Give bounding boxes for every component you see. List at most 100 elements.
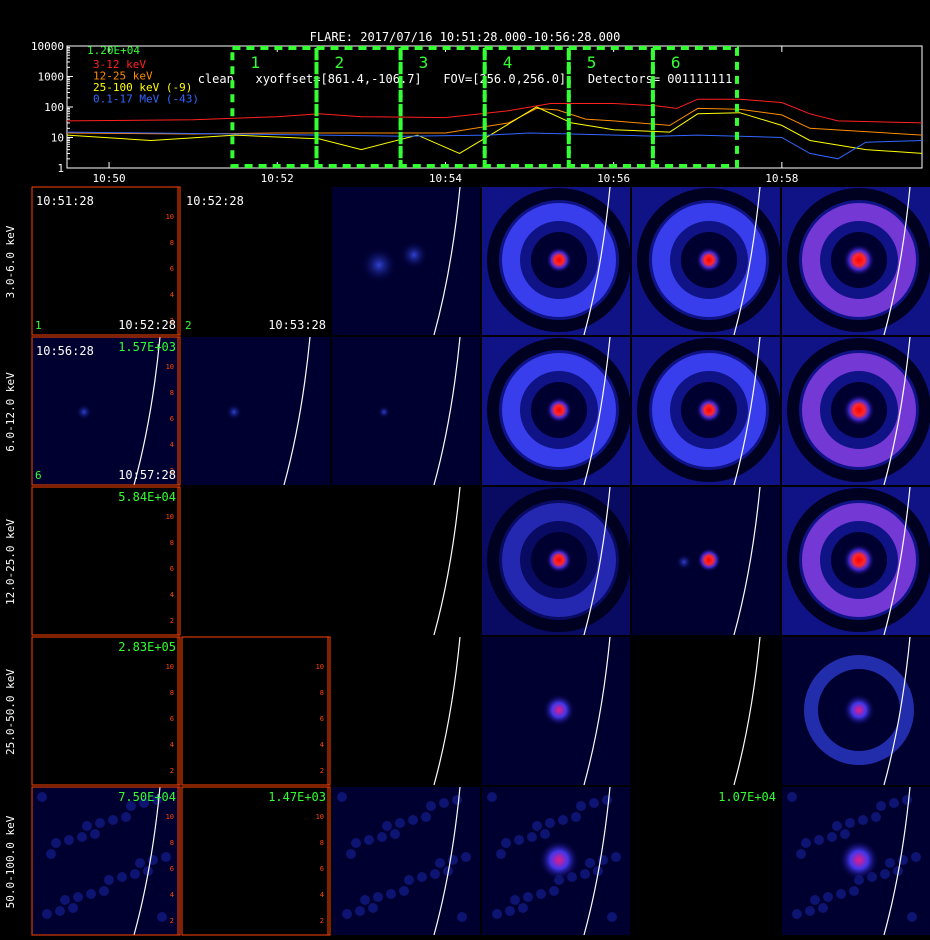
noise-speckle — [792, 909, 802, 919]
image-cell — [182, 336, 330, 486]
noise-speckle — [86, 889, 96, 899]
interval-box — [482, 46, 571, 168]
row-label: 50.0-100.0 keV — [4, 815, 17, 908]
interval-label: 3 — [419, 53, 429, 72]
faint-source — [76, 404, 92, 420]
faint-source — [676, 554, 692, 570]
noise-speckle — [858, 815, 868, 825]
axis-tick-label: 8 — [170, 839, 174, 847]
axis-tick-label: 6 — [170, 265, 174, 273]
noise-speckle — [386, 889, 396, 899]
noise-speckle — [377, 832, 387, 842]
interval-number: 1 — [35, 319, 42, 332]
image-cell — [782, 786, 930, 936]
noise-speckle — [805, 906, 815, 916]
noise-speckle — [827, 832, 837, 842]
noise-speckle — [801, 838, 811, 848]
noise-speckle — [421, 812, 431, 822]
noise-speckle — [796, 849, 806, 859]
interval-label: 1 — [250, 53, 260, 72]
source-core — [843, 694, 875, 726]
noise-speckle — [37, 792, 47, 802]
noise-speckle — [51, 838, 61, 848]
cell-peak-value: 1.57E+03 — [118, 340, 176, 354]
noise-speckle — [382, 821, 392, 831]
axis-tick-label: 4 — [170, 891, 174, 899]
noise-speckle — [840, 829, 850, 839]
source-core — [696, 397, 722, 423]
axis-tick-label: 6 — [170, 865, 174, 873]
noise-speckle — [902, 795, 912, 805]
noise-speckle — [849, 886, 859, 896]
interval-number: 6 — [35, 469, 42, 482]
image-cell — [332, 786, 480, 936]
noise-speckle — [426, 801, 436, 811]
source-core — [546, 547, 572, 573]
interval-number: 2 — [185, 319, 192, 332]
x-tick-label: 10:56 — [597, 172, 630, 185]
noise-speckle — [337, 792, 347, 802]
noise-speckle — [818, 903, 828, 913]
noise-speckle — [46, 849, 56, 859]
y-tick-label: 1 — [57, 162, 64, 175]
noise-speckle — [611, 852, 621, 862]
noise-speckle — [135, 858, 145, 868]
axis-tick-label: 6 — [170, 715, 174, 723]
noise-speckle — [55, 906, 65, 916]
image-cell — [782, 336, 930, 486]
axis-tick-label: 2 — [320, 767, 324, 775]
noise-speckle — [523, 892, 533, 902]
noise-speckle — [68, 903, 78, 913]
image-cell: 2 4 6 8 10 — [181, 636, 331, 786]
noise-speckle — [435, 858, 445, 868]
image-cell — [482, 786, 630, 936]
source-core — [843, 544, 875, 576]
cell-background — [32, 187, 180, 335]
axis-tick-label: 4 — [170, 741, 174, 749]
noise-speckle — [130, 869, 140, 879]
axis-tick-label: 4 — [170, 291, 174, 299]
noise-speckle — [95, 818, 105, 828]
interval-box — [314, 46, 403, 168]
interval-end-time: 10:52:28 — [118, 318, 176, 332]
row-label: 25.0-50.0 keV — [4, 669, 17, 755]
cell-background — [182, 187, 330, 335]
noise-speckle — [390, 829, 400, 839]
cell-background — [182, 787, 330, 935]
source-core — [697, 548, 721, 572]
image-cell — [632, 636, 780, 786]
axis-tick-label: 2 — [170, 917, 174, 925]
image-cell: 10:52:28 10:53:28 2 — [182, 187, 330, 335]
series-line-2 — [66, 106, 923, 154]
image-cell — [632, 186, 781, 336]
axis-tick-label: 4 — [320, 741, 324, 749]
noise-speckle — [457, 912, 467, 922]
noise-speckle — [90, 829, 100, 839]
axis-tick-label: 6 — [170, 415, 174, 423]
noise-speckle — [439, 798, 449, 808]
cell-background — [32, 637, 180, 785]
noise-speckle — [395, 818, 405, 828]
axis-tick-label: 8 — [170, 239, 174, 247]
cell-peak-value: 2.83E+05 — [118, 640, 176, 654]
lightcurve-peak-label: 1.20E+04 — [87, 44, 140, 57]
noise-speckle — [360, 895, 370, 905]
axis-tick-label: 8 — [320, 689, 324, 697]
interval-box — [398, 46, 487, 168]
noise-speckle — [104, 875, 114, 885]
noise-speckle — [514, 835, 524, 845]
axis-tick-label: 10 — [166, 513, 174, 521]
axis-tick-label: 10 — [166, 813, 174, 821]
noise-speckle — [911, 852, 921, 862]
axis-tick-label: 4 — [320, 891, 324, 899]
image-cell: 2 4 6 8 10 5.84E+04 — [31, 486, 181, 636]
noise-speckle — [876, 801, 886, 811]
cell-peak-value: 5.84E+04 — [118, 490, 176, 504]
source-core — [543, 694, 575, 726]
noise-speckle — [121, 812, 131, 822]
noise-speckle — [607, 912, 617, 922]
interval-start-time: 10:52:28 — [186, 194, 244, 208]
noise-speckle — [602, 795, 612, 805]
faint-source — [400, 241, 428, 269]
image-cell: 1.07E+04 — [632, 787, 780, 935]
